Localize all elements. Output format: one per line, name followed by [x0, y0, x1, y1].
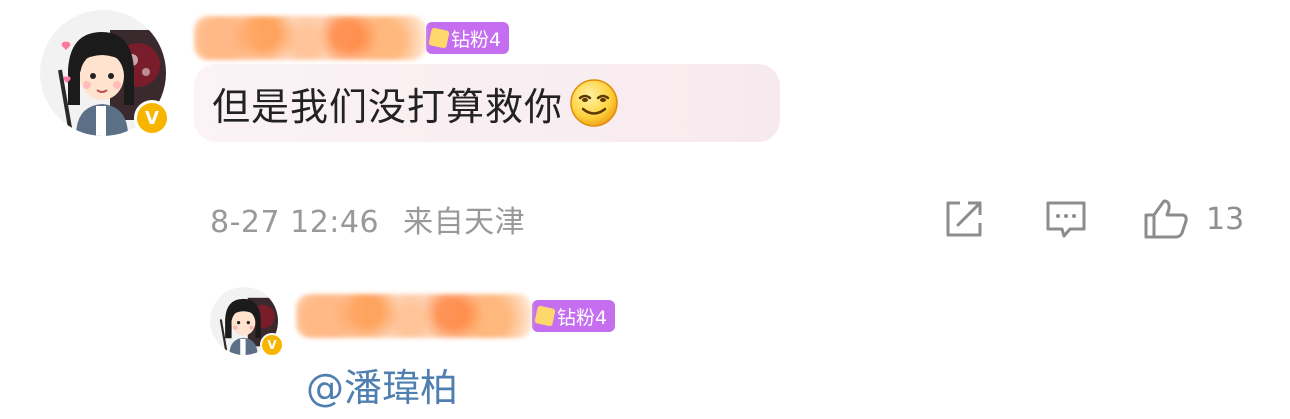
- fan-level-badge[interactable]: 钻粉4: [426, 22, 510, 54]
- reply-diamond-fan-icon: [534, 305, 556, 327]
- share-icon: [946, 201, 982, 237]
- reply-fan-level-badge[interactable]: 钻粉4: [532, 300, 616, 332]
- comment-bubble: 但是我们没打算救你: [194, 64, 780, 142]
- share-button[interactable]: [942, 197, 986, 241]
- verified-badge-icon: V: [134, 100, 170, 136]
- like-count: 13: [1206, 201, 1245, 237]
- comment-time: 8-27 12:46: [210, 205, 380, 240]
- reply-verified-badge-icon: V: [260, 333, 284, 357]
- smiley-emoji-icon: [570, 79, 618, 127]
- diamond-fan-icon: [428, 27, 450, 49]
- commenter-avatar[interactable]: V: [40, 10, 170, 136]
- comment-meta: 8-27 12:46 来自天津: [210, 197, 525, 241]
- comment-text: 但是我们没打算救你: [212, 84, 564, 129]
- reply-username-redacted[interactable]: [296, 294, 532, 338]
- like-button[interactable]: 13: [1142, 197, 1244, 241]
- username-redacted[interactable]: [194, 16, 426, 60]
- reply-fan-level-label: 钻粉4: [557, 306, 608, 329]
- comment-icon: [1046, 201, 1086, 238]
- comment-location: 来自天津: [403, 205, 526, 240]
- reply-mention-link[interactable]: @潘瑋柏: [306, 357, 458, 412]
- reply-avatar[interactable]: V: [210, 287, 284, 357]
- reply-name-row[interactable]: 钻粉4: [296, 294, 616, 338]
- comment-button[interactable]: [1044, 197, 1088, 241]
- commenter-name-row[interactable]: 钻粉4: [194, 16, 510, 60]
- fan-level-label: 钻粉4: [451, 28, 502, 51]
- thumbs-up-icon: [1144, 199, 1188, 239]
